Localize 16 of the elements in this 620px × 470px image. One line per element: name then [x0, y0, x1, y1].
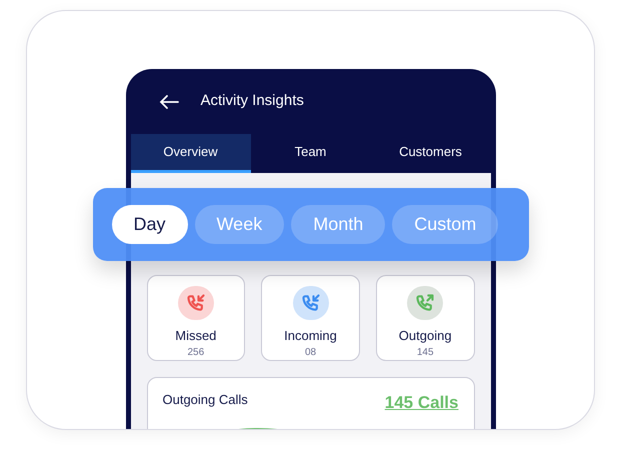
- tab[interactable]: Team: [250, 134, 370, 173]
- stat-card[interactable]: Missed 256: [146, 275, 246, 361]
- stat-card[interactable]: Outgoing 145: [376, 275, 475, 361]
- stat-label: Outgoing: [398, 326, 452, 345]
- stat-card[interactable]: Incoming 08: [261, 275, 360, 361]
- screen-title: Activity Insights: [200, 91, 304, 112]
- tab[interactable]: Customers: [370, 134, 490, 173]
- stat-count: 145: [416, 346, 434, 360]
- stat-count: 256: [187, 346, 204, 360]
- stat-label: Incoming: [284, 326, 337, 345]
- back-arrow-icon[interactable]: [158, 94, 178, 110]
- chart-title: Outgoing Calls: [162, 391, 248, 409]
- period-tab[interactable]: Day: [112, 205, 188, 244]
- stat-count: 08: [304, 346, 316, 360]
- tab[interactable]: Overview: [130, 134, 250, 173]
- stat-label: Missed: [175, 326, 216, 344]
